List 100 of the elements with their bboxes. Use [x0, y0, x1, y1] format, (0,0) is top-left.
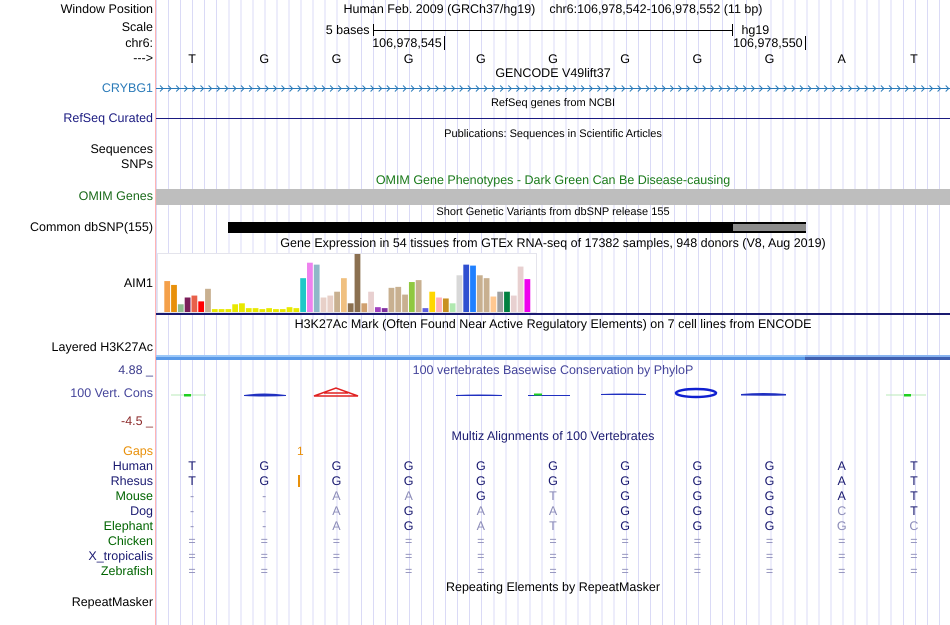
aligned-base: = [477, 550, 484, 563]
aligned-base: G [332, 475, 342, 488]
aligned-base: G [404, 505, 414, 518]
aligned-base: G [259, 460, 270, 473]
track-title: OMIM Gene Phenotypes - Dark Green Can Be Disease-causing [376, 174, 730, 186]
aligned-base: = [910, 550, 918, 563]
aligned-base: A [548, 505, 558, 518]
aligned-base: = [910, 565, 918, 578]
aligned-base: = [332, 535, 340, 548]
species-label: Human [112, 460, 153, 473]
track-label: RepeatMasker [72, 596, 153, 608]
aligned-base: = [694, 535, 702, 548]
coordinate-tick: 106,978,545 [372, 36, 445, 50]
scale-text: 5 bases [326, 22, 370, 39]
aligned-base: G [332, 460, 342, 473]
aligned-base: - [190, 520, 194, 533]
base-letter: T [910, 51, 918, 68]
aligned-base: G [620, 490, 630, 503]
aligned-base: = [260, 535, 268, 548]
aligned-base: C [837, 505, 846, 518]
track-label: chr6: [125, 36, 153, 50]
aligned-base: = [622, 535, 629, 548]
base-letter: T [188, 51, 196, 68]
base-letter: A [838, 51, 846, 68]
aligned-base: G [764, 460, 774, 473]
aligned-base: G [259, 475, 270, 488]
aligned-base: = [838, 565, 846, 578]
aligned-base: G [404, 475, 414, 488]
aligned-base: = [332, 550, 340, 563]
aligned-base: A [476, 520, 485, 533]
track-title: Gene Expression in 54 tissues from GTEx RNA-seq of 17382 samples, 948 donors (V8, Aug 2019) [280, 236, 826, 250]
aligned-base: G [548, 460, 558, 473]
aligned-base: = [188, 550, 196, 563]
gaps-label: Gaps [123, 445, 153, 458]
track-label: Common dbSNP(155) [30, 220, 153, 234]
base-letter: G [692, 51, 702, 68]
species-label: Elephant [104, 520, 153, 533]
species-label: Rhesus [110, 475, 153, 488]
base-letter: G [404, 51, 414, 68]
aligned-base: A [332, 490, 341, 503]
aligned-base: T [549, 490, 557, 503]
aligned-base: = [694, 550, 702, 563]
aligned-base: = [477, 535, 484, 548]
aligned-base: = [549, 550, 557, 563]
aligned-base: = [549, 565, 557, 578]
aligned-base: = [622, 565, 629, 578]
species-label: Mouse [115, 490, 153, 503]
aligned-base: = [332, 565, 340, 578]
aligned-base: G [476, 475, 486, 488]
aligned-base: T [910, 490, 918, 503]
aligned-base: G [836, 520, 847, 533]
track-label: RefSeq Curated [63, 112, 153, 124]
coordinate-tick: 106,978,550 [733, 36, 806, 50]
track-label: SNPs [121, 158, 153, 170]
species-label: Chicken [108, 535, 153, 548]
aligned-base: = [477, 565, 484, 578]
aligned-base: A [332, 505, 341, 518]
base-letter: G [332, 51, 342, 68]
aligned-base: T [910, 460, 918, 473]
base-letter: G [764, 51, 774, 68]
aligned-base: = [622, 550, 629, 563]
aligned-base: = [766, 550, 774, 563]
species-label: X_tropicalis [88, 550, 153, 563]
track-title: 100 vertebrates Basewise Conservation by PhyloP [412, 364, 694, 376]
axis-min-label: -4.5 _ [121, 414, 153, 427]
aligned-base: = [838, 550, 846, 563]
aligned-base: - [262, 505, 266, 518]
track-label: ---> [133, 52, 153, 64]
aligned-base: A [838, 475, 846, 488]
track-label: Scale [122, 20, 153, 34]
track-label: Sequences [90, 142, 153, 156]
aligned-base: A [838, 490, 846, 503]
track-label: OMIM Genes [78, 190, 153, 203]
aligned-base: = [694, 565, 702, 578]
track-label: Layered H3K27Ac [52, 341, 153, 354]
aligned-base: = [549, 535, 557, 548]
track-title: H3K27Ac Mark (Often Found Near Active Regulatory Elements) on 7 cell lines from ENCODE [294, 318, 812, 330]
track-title: Repeating Elements by RepeatMasker [446, 580, 660, 594]
aligned-base: = [260, 565, 268, 578]
track-title: RefSeq genes from NCBI [490, 98, 616, 108]
aligned-base: G [764, 520, 774, 533]
assembly-tag: hg19 [741, 23, 770, 37]
aligned-base: G [764, 490, 774, 503]
aligned-base: A [838, 460, 846, 473]
axis-max-label: 4.88 _ [118, 364, 153, 376]
track-title: Publications: Sequences in Scientific Articles [444, 128, 662, 140]
aligned-base: G [620, 460, 630, 473]
aligned-base: - [190, 505, 194, 518]
aligned-base: = [766, 535, 774, 548]
aligned-base: G [764, 505, 774, 518]
base-letter: G [259, 51, 270, 68]
aligned-base: T [910, 505, 918, 518]
aligned-base: G [548, 475, 558, 488]
aligned-base: G [692, 460, 702, 473]
aligned-base: C [909, 520, 918, 533]
aligned-base: T [910, 475, 918, 488]
aligned-base: G [476, 490, 486, 503]
aligned-base: G [620, 520, 630, 533]
aligned-base: = [404, 565, 412, 578]
track-label: Window Position [60, 2, 153, 16]
